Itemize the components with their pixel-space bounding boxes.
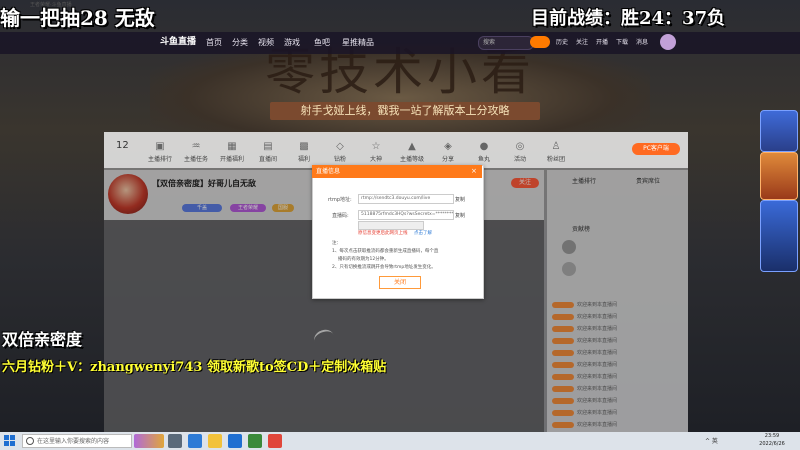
- icon-bar-item[interactable]: ▣ 主播排行: [148, 140, 172, 164]
- site-logo[interactable]: 斗鱼直播: [160, 34, 198, 50]
- level-icon: ▲: [408, 141, 416, 152]
- room-score: 12: [116, 140, 129, 151]
- activity-icon: ◎: [515, 141, 525, 152]
- icon-bar-item[interactable]: ▩ 福利: [292, 140, 316, 164]
- calendar-icon: ▦: [227, 141, 237, 152]
- search-button[interactable]: [530, 36, 550, 48]
- system-tray[interactable]: ^ 英: [705, 436, 718, 445]
- stream-code-field[interactable]: 5118875rfmdc3HQs?wsSecretx=********: [358, 210, 454, 220]
- task-view-icon[interactable]: [168, 434, 182, 448]
- nav-item-featured[interactable]: 星推精品: [342, 36, 374, 50]
- nav-follow[interactable]: 关注: [576, 36, 588, 50]
- icon-bar-item[interactable]: ♒ 主播任务: [184, 140, 208, 164]
- nav-item-yuba[interactable]: 鱼吧: [314, 36, 330, 50]
- dialog-title: 直播信息: [316, 168, 341, 175]
- icon-bar-item[interactable]: ▦ 开播福利: [220, 140, 244, 164]
- fans-icon: ♙: [551, 141, 561, 152]
- diamond-icon: ◇: [336, 141, 344, 152]
- windows-start-icon[interactable]: [4, 435, 16, 447]
- edge-icon[interactable]: [188, 434, 202, 448]
- nav-download[interactable]: 下载: [616, 36, 628, 50]
- fishball-icon: ●: [479, 141, 489, 152]
- room-icon: ▤: [263, 141, 273, 152]
- sidebar-promo[interactable]: [760, 110, 798, 152]
- icon-bar-item[interactable]: ◈ 分享: [436, 140, 460, 164]
- app-icon[interactable]: [268, 434, 282, 448]
- search-icon: [26, 437, 34, 445]
- overlay-record-text: 目前战绩：胜24：37负: [531, 8, 726, 29]
- sidebar-promo[interactable]: [760, 152, 798, 200]
- icon-bar-item[interactable]: ☆ 大神: [364, 140, 388, 164]
- user-avatar[interactable]: [660, 34, 676, 50]
- edge-browser-icon[interactable]: [228, 434, 242, 448]
- icon-bar-item[interactable]: ▲ 主播等级: [400, 140, 424, 164]
- icon-bar-item[interactable]: ▤ 直播间: [256, 140, 280, 164]
- overlay-promo-text: 六月钻粉＋V：zhangwenyi743 领取新歌to签CD＋定制冰箱贴: [2, 360, 387, 375]
- nav-history[interactable]: 历史: [556, 36, 568, 50]
- warning-text: 原信息变更后此网页上线: [358, 231, 408, 236]
- share-icon: ◈: [444, 141, 452, 152]
- sidebar-promo[interactable]: [760, 200, 798, 272]
- rank-icon: ▣: [155, 141, 165, 152]
- icon-bar-item[interactable]: ◎ 活动: [508, 140, 532, 164]
- dialog-close-button[interactable]: 关闭: [379, 276, 421, 289]
- nav-item-category[interactable]: 分类: [232, 36, 248, 50]
- banner-subtitle[interactable]: 射手戈娅上线，戳我一站了解版本上分攻略: [270, 102, 540, 120]
- search-input[interactable]: 搜索: [478, 36, 534, 50]
- chrome-icon[interactable]: [248, 434, 262, 448]
- close-icon[interactable]: ×: [471, 166, 477, 177]
- icon-bar-item[interactable]: ● 鱼丸: [472, 140, 496, 164]
- nav-messages[interactable]: 消息: [636, 36, 648, 50]
- overlay-intimacy-text: 双倍亲密度: [2, 330, 83, 349]
- nav-item-video[interactable]: 视频: [258, 36, 274, 50]
- star-icon: ☆: [371, 141, 381, 152]
- overlay-draw-text: 输一把抽28 无敌: [0, 6, 155, 30]
- note-line: 播码的有效期为12分钟。: [338, 257, 389, 262]
- copy-code-button[interactable]: 复制: [455, 212, 465, 219]
- note-heading: 注：: [332, 241, 341, 246]
- icon-bar-item[interactable]: ◇ 钻粉: [328, 140, 352, 164]
- learn-more-link[interactable]: 点击了解: [414, 230, 432, 236]
- note-line: 1、每次点击获取推流码都会重新生成直播码，每个直: [332, 249, 439, 254]
- icon-bar-item[interactable]: ♙ 粉丝团: [544, 140, 568, 164]
- code-label: 直播码:: [332, 213, 349, 219]
- task-icon: ♒: [191, 141, 201, 152]
- rtmp-field[interactable]: rtmp://sendtc3.douyu.com/live: [358, 194, 454, 204]
- taskbar-clock[interactable]: 23:59 2022/6/26: [752, 432, 792, 450]
- note-line: 2、只有切换推流或跳开会导致rtmp地址发生变化。: [332, 265, 436, 270]
- gift-icon: ▩: [299, 141, 309, 152]
- nav-broadcast[interactable]: 开播: [596, 36, 608, 50]
- site-nav: [0, 32, 800, 54]
- code-scrollbar[interactable]: [358, 221, 424, 230]
- file-explorer-icon[interactable]: [208, 434, 222, 448]
- pc-client-button[interactable]: PC客户端: [632, 143, 680, 155]
- taskbar-app-thumbnail[interactable]: [134, 434, 164, 448]
- nav-item-home[interactable]: 首页: [206, 36, 222, 50]
- nav-item-game[interactable]: 游戏: [284, 36, 300, 50]
- rtmp-label: rtmp地址:: [328, 197, 352, 203]
- taskbar-search-input[interactable]: 在这里输入你要搜索的内容: [22, 434, 132, 448]
- copy-rtmp-button[interactable]: 复制: [455, 196, 465, 203]
